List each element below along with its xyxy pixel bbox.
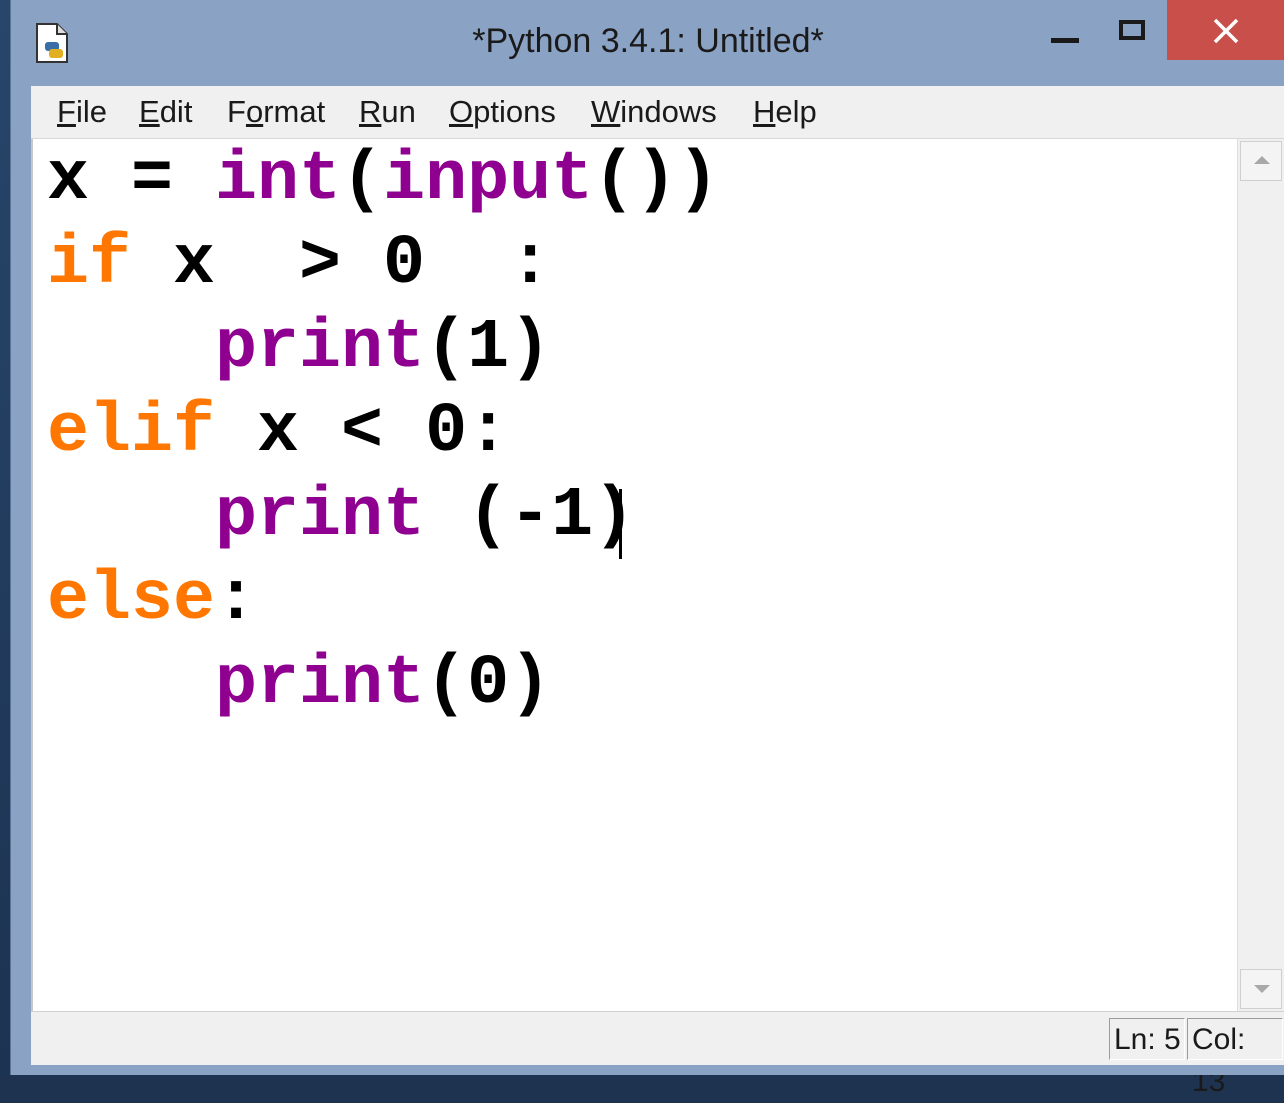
maximize-button[interactable] [1107,0,1167,62]
menu-help[interactable]: Help [751,94,819,130]
arrow-down-icon [1254,985,1270,993]
menu-windows[interactable]: Windows [589,94,719,130]
close-button[interactable] [1167,0,1284,60]
title-bar[interactable]: *Python 3.4.1: Untitled* [11,0,1284,88]
code-line[interactable]: x = int(input()) [47,141,719,221]
scroll-down-button[interactable] [1240,969,1282,1009]
code-line[interactable]: print(1) [47,309,551,389]
code-line[interactable]: elif x < 0: [47,393,509,473]
menu-edit[interactable]: Edit [137,94,194,130]
code-line[interactable]: print(0) [47,645,551,725]
code-line[interactable]: print (-1) [47,477,635,557]
status-line: Ln: 5 [1109,1018,1185,1060]
minimize-icon [1051,38,1079,43]
vertical-scrollbar[interactable] [1237,139,1284,1011]
code-line[interactable]: else: [47,561,257,641]
menu-file[interactable]: File [55,94,109,130]
status-bar: Ln: 5 Col: 13 [31,1011,1284,1098]
text-caret [619,489,622,559]
scroll-up-button[interactable] [1240,141,1282,181]
code-editor[interactable]: x = int(input()) if x > 0 : print(1) elif … [31,139,1239,1011]
close-icon [1213,18,1239,44]
maximize-icon [1119,20,1145,40]
minimize-button[interactable] [1039,0,1099,62]
status-column: Col: 13 [1187,1018,1283,1098]
menu-bar: File Edit Format Run Options Windows Help [31,86,1284,139]
menu-options[interactable]: Options [447,94,558,130]
code-line[interactable]: if x > 0 : [47,225,551,305]
menu-run[interactable]: Run [357,94,418,130]
idle-editor-window: *Python 3.4.1: Untitled* File Edit Format R… [10,0,1284,1098]
arrow-up-icon [1254,156,1270,164]
menu-format[interactable]: Format [225,94,327,130]
window-bottom-border [11,1065,1284,1075]
